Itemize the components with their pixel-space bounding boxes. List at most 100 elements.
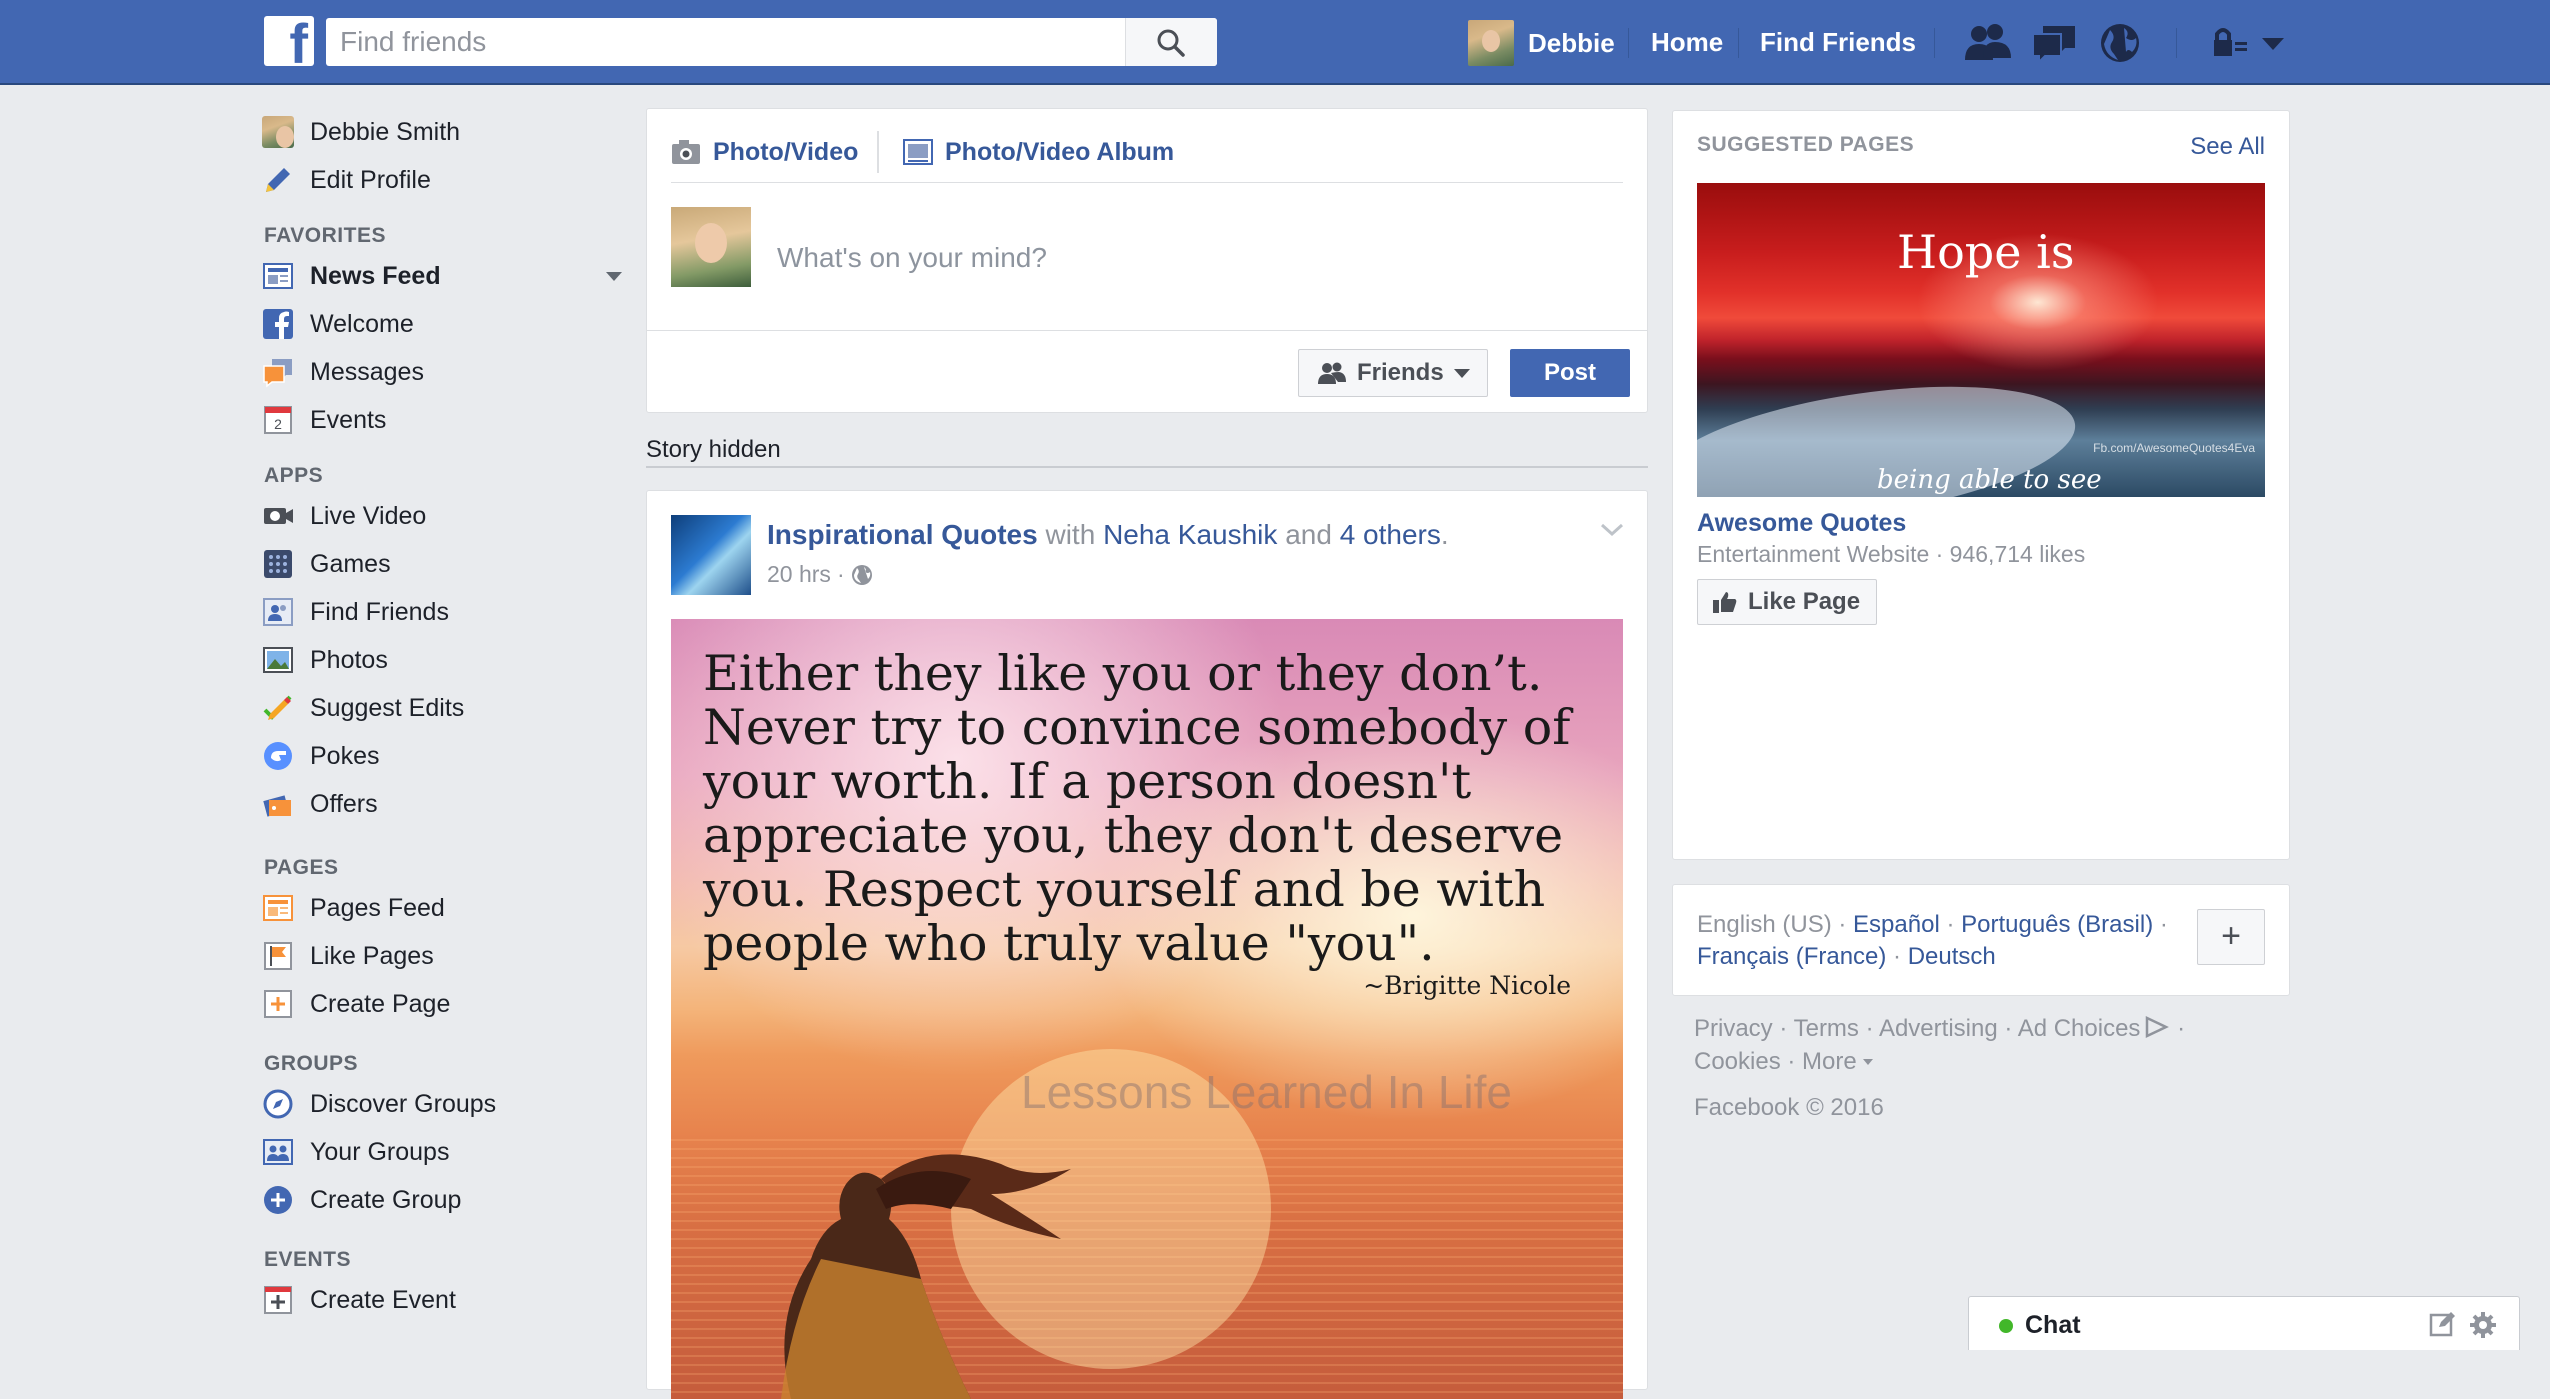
top-profile-link[interactable]: Debbie: [1468, 20, 1615, 66]
nav-item-create-page[interactable]: Create Page: [262, 984, 622, 1024]
like-page-label: Like Page: [1748, 588, 1861, 615]
divider: [1738, 28, 1739, 58]
news-feed-icon: [263, 263, 293, 289]
nav-item-profile[interactable]: Debbie Smith: [262, 112, 622, 152]
nav-label: Pokes: [310, 741, 380, 770]
nav-item-find-friends[interactable]: Find Friends: [262, 592, 622, 632]
nav-item-pokes[interactable]: Pokes: [262, 736, 622, 776]
nav-item-like-pages[interactable]: Like Pages: [262, 936, 622, 976]
messages-icon[interactable]: [2031, 22, 2077, 64]
footer-link[interactable]: More: [1802, 1048, 1857, 1075]
tab-photo-video[interactable]: Photo/Video: [671, 127, 858, 177]
nav-item-events[interactable]: 2 Events: [262, 400, 622, 440]
search-input[interactable]: [326, 18, 1126, 66]
footer-link[interactable]: Privacy: [1694, 1015, 1773, 1042]
facebook-logo-icon[interactable]: f: [264, 16, 314, 66]
find-friends-icon: [263, 598, 293, 626]
nav-item-photos[interactable]: Photos: [262, 640, 622, 680]
others-link[interactable]: 4 others: [1340, 519, 1441, 550]
language-link[interactable]: Português (Brasil): [1961, 911, 2153, 938]
tab-photo-video-album[interactable]: Photo/Video Album: [903, 127, 1174, 177]
suggested-page-image[interactable]: Hope is Fb.com/AwesomeQuotes4Eva being a…: [1697, 183, 2265, 497]
nav-item-news-feed[interactable]: News Feed: [262, 256, 622, 296]
quote-line: Never try to convince somebody of: [703, 699, 1571, 756]
privacy-lock-icon[interactable]: [2210, 22, 2250, 64]
separator: ·: [836, 561, 845, 587]
nav-item-welcome[interactable]: Welcome: [262, 304, 622, 344]
create-event-icon: [264, 1286, 292, 1314]
games-icon: [264, 550, 292, 578]
quote-line: Either they like you or they don’t.: [703, 645, 1543, 702]
nav-item-offers[interactable]: Offers: [262, 784, 622, 824]
nav-label: Edit Profile: [310, 165, 431, 194]
avatar[interactable]: [671, 207, 751, 287]
ad-choices-icon[interactable]: [2144, 1016, 2170, 1038]
language-link[interactable]: Español: [1853, 911, 1940, 938]
like-page-button[interactable]: Like Page: [1697, 579, 1877, 625]
nav-item-pages-feed[interactable]: Pages Feed: [262, 888, 622, 928]
suggested-page-name[interactable]: Awesome Quotes: [1697, 509, 1906, 538]
home-link[interactable]: Home: [1651, 0, 1723, 85]
camera-icon: [672, 140, 700, 164]
caret-down-icon[interactable]: [606, 272, 622, 281]
post-meta: 20 hrs ·: [767, 561, 873, 588]
nav-label: Your Groups: [310, 1137, 450, 1166]
page-name-link[interactable]: Inspirational Quotes: [767, 519, 1038, 550]
nav-item-live-video[interactable]: Live Video: [262, 496, 622, 536]
facebook-icon: [263, 309, 293, 339]
nav-label: Messages: [310, 357, 424, 386]
post-image[interactable]: Either they like you or they don’t. Neve…: [671, 619, 1623, 1399]
search-button[interactable]: [1125, 18, 1217, 66]
post-button[interactable]: Post: [1510, 349, 1630, 397]
footer-link[interactable]: Ad Choices: [2018, 1015, 2141, 1042]
nav-label: Like Pages: [310, 941, 434, 970]
audience-selector[interactable]: Friends: [1298, 349, 1488, 397]
language-list: English (US) · Español · Português (Bras…: [1697, 909, 2187, 973]
calendar-icon: 2: [264, 406, 292, 434]
nav-item-edit-profile[interactable]: Edit Profile: [262, 160, 622, 200]
nav-item-discover-groups[interactable]: Discover Groups: [262, 1084, 622, 1124]
nav-item-messages[interactable]: Messages: [262, 352, 622, 392]
account-caret-icon[interactable]: [2258, 22, 2288, 64]
language-link[interactable]: Français (France): [1697, 943, 1886, 970]
gear-icon[interactable]: [2469, 1311, 2497, 1339]
nav-label: Create Group: [310, 1185, 462, 1214]
quote-line: appreciate you, they don't deserve: [703, 807, 1564, 864]
language-link[interactable]: Deutsch: [1908, 943, 1996, 970]
compose-icon[interactable]: [2429, 1311, 2457, 1337]
friend-requests-icon[interactable]: [1965, 22, 2011, 64]
nav-item-your-groups[interactable]: Your Groups: [262, 1132, 622, 1172]
messages-icon: [263, 359, 292, 388]
profile-avatar: [262, 116, 294, 148]
section-title-groups: GROUPS: [264, 1052, 359, 1075]
suggested-pages-card: SUGGESTED PAGES See All Hope is Fb.com/A…: [1672, 110, 2290, 860]
nav-item-create-event[interactable]: Create Event: [262, 1280, 622, 1320]
notifications-globe-icon[interactable]: [2098, 22, 2144, 64]
page-avatar[interactable]: [671, 515, 751, 595]
more-caret-icon[interactable]: [1861, 1057, 1875, 1067]
album-icon: [903, 139, 933, 165]
nav-item-games[interactable]: Games: [262, 544, 622, 584]
add-language-button[interactable]: +: [2197, 909, 2265, 965]
nav-item-create-group[interactable]: Create Group: [262, 1180, 622, 1220]
find-friends-link[interactable]: Find Friends: [1760, 0, 1916, 85]
compass-icon: [263, 1089, 293, 1119]
section-title-apps: APPS: [264, 464, 324, 487]
nav-item-suggest-edits[interactable]: Suggest Edits: [262, 688, 622, 728]
status-input[interactable]: [775, 227, 1619, 289]
separator: ·: [2153, 911, 2168, 938]
footer-link[interactable]: Cookies: [1694, 1048, 1781, 1075]
footer-link[interactable]: Advertising: [1879, 1015, 1998, 1042]
public-globe-icon[interactable]: [851, 564, 873, 586]
post-timestamp[interactable]: 20 hrs: [767, 561, 831, 588]
top-bar: f Debbie Home Find Friends: [0, 0, 2550, 85]
section-title-events: EVENTS: [264, 1248, 352, 1271]
see-all-link[interactable]: See All: [2190, 133, 2265, 161]
tagged-user-link[interactable]: Neha Kaushik: [1103, 519, 1277, 550]
divider: [646, 466, 1648, 468]
create-page-icon: [264, 990, 292, 1018]
footer-link[interactable]: Terms: [1794, 1015, 1859, 1042]
pokes-icon: [264, 742, 292, 770]
chat-bar[interactable]: Chat: [1968, 1296, 2520, 1350]
post-options-chevron-icon[interactable]: [1599, 521, 1625, 539]
